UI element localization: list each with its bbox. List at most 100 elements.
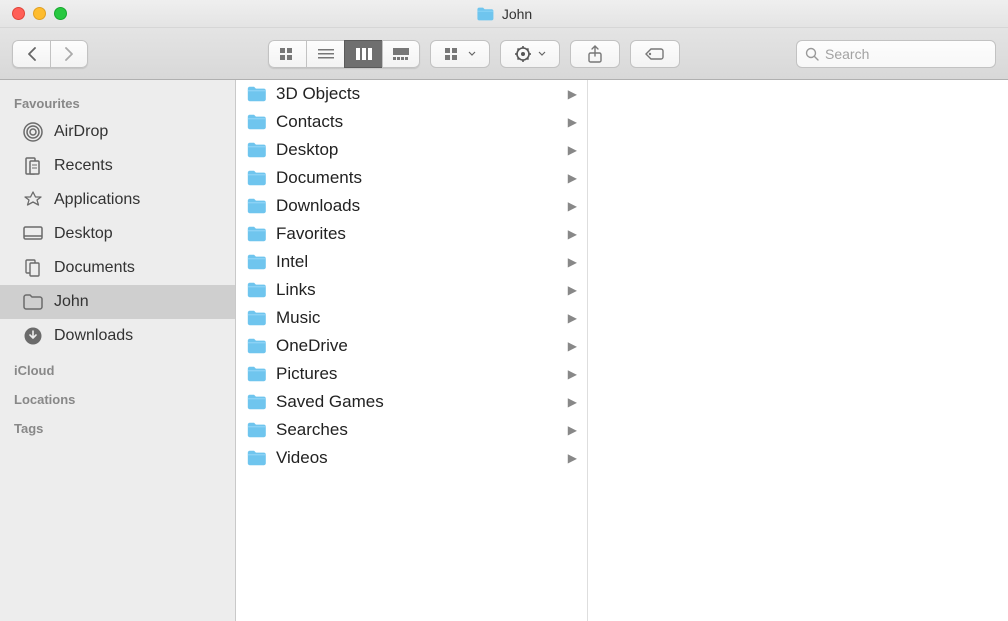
chevron-right-icon: ▶ (568, 367, 577, 381)
list-item[interactable]: Links ▶ (236, 276, 587, 304)
folder-icon (22, 291, 44, 313)
column-0[interactable]: 3D Objects▶Contacts▶Desktop▶Documents▶Do… (236, 80, 588, 621)
chevron-right-icon: ▶ (568, 283, 577, 297)
sidebar-item-documents[interactable]: Documents (0, 251, 235, 285)
list-item[interactable]: Saved Games ▶ (236, 388, 587, 416)
sidebar-item-recents[interactable]: Recents (0, 149, 235, 183)
list-item[interactable]: Music ▶ (236, 304, 587, 332)
sidebar: Favourites AirDrop Recents Applications … (0, 80, 236, 621)
sidebar-item-label: Downloads (54, 327, 133, 345)
icon-view-button[interactable] (268, 40, 306, 68)
sidebar-item-airdrop[interactable]: AirDrop (0, 115, 235, 149)
sidebar-section-header: iCloud (0, 353, 235, 382)
folder-icon (246, 113, 268, 131)
list-item[interactable]: Favorites▶ (236, 220, 587, 248)
chevron-right-icon: ▶ (568, 451, 577, 465)
window-controls (12, 7, 67, 20)
list-item[interactable]: Intel ▶ (236, 248, 587, 276)
item-name: Videos (276, 448, 328, 468)
item-name: Searches (276, 420, 348, 440)
chevron-right-icon: ▶ (568, 423, 577, 437)
search-box[interactable] (796, 40, 996, 68)
chevron-right-icon: ▶ (568, 339, 577, 353)
close-button[interactable] (12, 7, 25, 20)
applications-icon (22, 189, 44, 211)
search-input[interactable] (825, 46, 1006, 62)
sidebar-item-label: John (54, 293, 89, 311)
folder-icon (246, 365, 268, 383)
chevron-right-icon: ▶ (568, 227, 577, 241)
chevron-right-icon: ▶ (568, 311, 577, 325)
content-area: Favourites AirDrop Recents Applications … (0, 80, 1008, 621)
list-item[interactable]: Desktop ▶ (236, 136, 587, 164)
forward-button[interactable] (50, 40, 88, 68)
view-mode-buttons (268, 40, 420, 68)
chevron-right-icon: ▶ (568, 255, 577, 269)
folder-icon (246, 253, 268, 271)
sidebar-item-applications[interactable]: Applications (0, 183, 235, 217)
folder-icon (476, 6, 496, 22)
sidebar-section-header: Locations (0, 382, 235, 411)
chevron-right-icon: ▶ (568, 395, 577, 409)
chevron-right-icon: ▶ (568, 87, 577, 101)
folder-icon (246, 225, 268, 243)
arrange-button[interactable] (430, 40, 490, 68)
airdrop-icon (22, 121, 44, 143)
item-name: Saved Games (276, 392, 384, 412)
list-view-button[interactable] (306, 40, 344, 68)
item-name: Downloads (276, 196, 360, 216)
list-item[interactable]: OneDrive ▶ (236, 332, 587, 360)
documents-icon (22, 257, 44, 279)
folder-icon (246, 169, 268, 187)
list-item[interactable]: Contacts ▶ (236, 108, 587, 136)
item-name: 3D Objects (276, 84, 360, 104)
item-name: Documents (276, 168, 362, 188)
action-button[interactable] (500, 40, 560, 68)
sidebar-item-john[interactable]: John (0, 285, 235, 319)
list-item[interactable]: Downloads ▶ (236, 192, 587, 220)
sidebar-item-label: Applications (54, 191, 140, 209)
titlebar: John (0, 0, 1008, 28)
chevron-right-icon: ▶ (568, 171, 577, 185)
minimize-button[interactable] (33, 7, 46, 20)
sidebar-item-label: Documents (54, 259, 135, 277)
item-name: Pictures (276, 364, 337, 384)
folder-icon (246, 393, 268, 411)
maximize-button[interactable] (54, 7, 67, 20)
chevron-right-icon: ▶ (568, 115, 577, 129)
item-name: Music (276, 308, 320, 328)
item-name: Links (276, 280, 316, 300)
folder-icon (246, 337, 268, 355)
gallery-view-button[interactable] (382, 40, 420, 68)
list-item[interactable]: Videos ▶ (236, 444, 587, 472)
toolbar (0, 28, 1008, 80)
sidebar-item-label: Desktop (54, 225, 113, 243)
item-name: Contacts (276, 112, 343, 132)
sidebar-item-desktop[interactable]: Desktop (0, 217, 235, 251)
window-title: John (502, 6, 532, 22)
share-button[interactable] (570, 40, 620, 68)
sidebar-section-header: Tags (0, 411, 235, 440)
recents-icon (22, 155, 44, 177)
folder-icon (246, 85, 268, 103)
list-item[interactable]: Pictures ▶ (236, 360, 587, 388)
chevron-right-icon: ▶ (568, 143, 577, 157)
desktop-icon (22, 223, 44, 245)
list-item[interactable]: 3D Objects ▶ (236, 80, 587, 108)
folder-icon (246, 281, 268, 299)
list-item[interactable]: Documents ▶ (236, 164, 587, 192)
item-name: Desktop (276, 140, 338, 160)
sidebar-item-downloads[interactable]: Downloads (0, 319, 235, 353)
chevron-right-icon: ▶ (568, 199, 577, 213)
sidebar-item-label: AirDrop (54, 123, 108, 141)
list-item[interactable]: Searches ▶ (236, 416, 587, 444)
tags-button[interactable] (630, 40, 680, 68)
sidebar-section-header: Favourites (0, 86, 235, 115)
item-name: OneDrive (276, 336, 348, 356)
column-1[interactable] (588, 80, 1008, 621)
sidebar-item-label: Recents (54, 157, 113, 175)
downloads-icon (22, 325, 44, 347)
column-view-button[interactable] (344, 40, 382, 68)
back-button[interactable] (12, 40, 50, 68)
item-name: Intel (276, 252, 308, 272)
